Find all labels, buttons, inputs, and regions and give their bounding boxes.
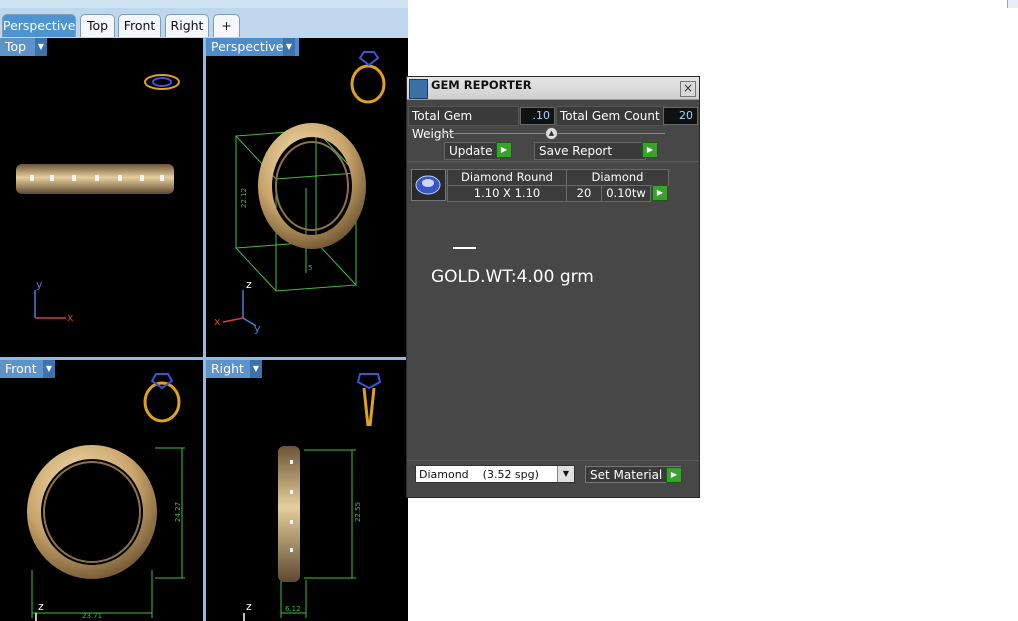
viewport-splitter-horizontal[interactable] (0, 357, 408, 360)
gem-select-play-icon[interactable]: ▶ (652, 185, 668, 201)
z-axis-label: z (246, 600, 252, 613)
gem-reporter-app-icon (409, 79, 428, 99)
gem-thumbnail[interactable] (411, 169, 446, 201)
material-select[interactable]: Diamond (3.52 spg) ▼ (415, 465, 575, 483)
y-axis-label: y (36, 278, 43, 291)
save-report-play-icon[interactable]: ▶ (642, 142, 658, 158)
gem-material-header: Diamond (566, 169, 669, 186)
viewport-right[interactable]: Right ▼ 22.55 6.12 z (206, 360, 408, 621)
gem-count-cell: 20 (566, 185, 602, 202)
collapse-handle-icon[interactable]: ▲ (545, 127, 558, 140)
gem-weight-cell: 0.10tw (601, 185, 651, 202)
gem-shape-header: Diamond Round (447, 169, 567, 186)
viewport-front[interactable]: Front ▼ 24.27 23.71 z (0, 360, 203, 621)
total-gem-weight-field[interactable]: .10 (520, 107, 555, 125)
tab-right[interactable]: Right (165, 14, 209, 37)
update-button[interactable]: Update (444, 142, 500, 160)
z-axis-label: z (38, 600, 44, 613)
x-axis-label: x (214, 315, 221, 328)
perspective-view-drawing: 22.12 5 z x y (214, 51, 386, 335)
dimension-label: 6.12 (285, 605, 301, 613)
save-report-button[interactable]: Save Report (534, 142, 646, 160)
z-axis-label: z (246, 278, 252, 291)
x-axis-label: x (67, 311, 74, 324)
viewport-splitter-vertical[interactable] (203, 38, 206, 621)
y-axis-label: y (254, 322, 261, 335)
gem-size-cell: 1.10 X 1.10 (447, 185, 567, 202)
set-material-play-icon[interactable]: ▶ (666, 467, 682, 483)
dash-mark (453, 247, 476, 249)
dimension-label: 23.71 (82, 612, 102, 620)
gem-reporter-panel: GEM REPORTER × Total Gem Weight .10 Tota… (406, 76, 700, 498)
add-tab-button[interactable]: + (213, 14, 240, 37)
top-view-drawing: y x (16, 74, 180, 324)
tab-front[interactable]: Front (118, 14, 161, 37)
close-icon[interactable]: × (680, 81, 696, 97)
gem-reporter-title: GEM REPORTER (431, 78, 532, 92)
front-view-drawing: 24.27 23.71 z (27, 373, 185, 621)
update-play-icon[interactable]: ▶ (496, 142, 512, 158)
dimension-label: 22.55 (354, 502, 362, 522)
total-gem-weight-label: Total Gem Weight (408, 106, 519, 141)
right-view-drawing: 22.55 6.12 z (243, 373, 382, 621)
gold-weight-note: GOLD.WT:4.00 grm (431, 267, 594, 287)
total-gem-count-field[interactable]: 20 (663, 107, 698, 125)
diamond-round-icon (415, 175, 441, 195)
material-select-value: Diamond (3.52 spg) (419, 468, 539, 481)
gem-list-area (407, 161, 699, 461)
command-dropdown-icon[interactable] (1007, 0, 1018, 8)
gem-reporter-titlebar[interactable]: GEM REPORTER × (407, 77, 699, 100)
viewport-perspective[interactable]: Perspective ▼ 22.12 5 z x y (206, 38, 408, 357)
tab-top[interactable]: Top (80, 14, 115, 37)
dimension-label: 22.12 (240, 188, 248, 208)
dimension-label: 24.27 (174, 502, 182, 522)
viewport-top[interactable]: Top ▼ y x (0, 38, 203, 357)
tab-perspective[interactable]: Perspective (2, 14, 76, 37)
viewport-tab-bar: Perspective Top Front Right + (0, 8, 408, 38)
chevron-down-icon[interactable]: ▼ (557, 466, 574, 482)
total-gem-count-label: Total Gem Count (556, 106, 665, 126)
dimension-label: 5 (308, 264, 312, 272)
